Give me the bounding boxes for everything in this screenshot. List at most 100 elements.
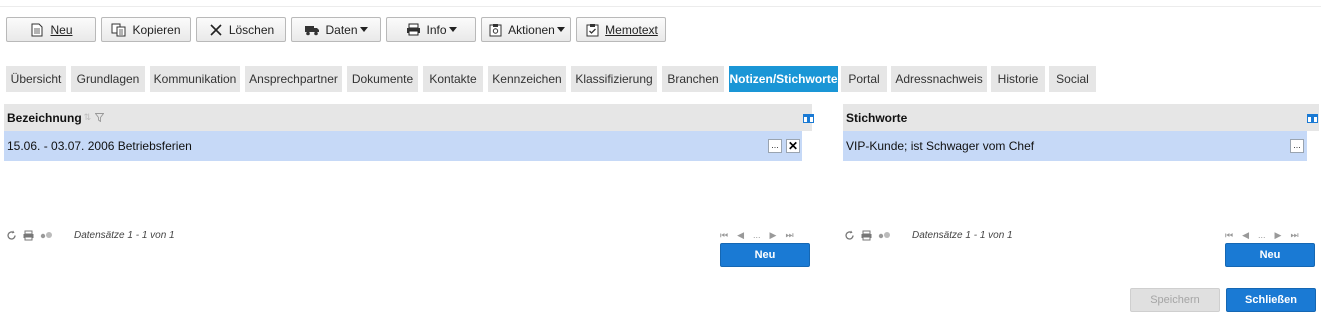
sort-icon[interactable]: ⇅ bbox=[84, 112, 92, 123]
close-button-label: Schließen bbox=[1245, 294, 1297, 306]
tab-label: Klassifizierung bbox=[575, 72, 653, 86]
prev-page-icon[interactable]: ◀ bbox=[1242, 230, 1249, 241]
row-text: VIP-Kunde; ist Schwager vom Chef bbox=[846, 139, 1035, 153]
clipboard-gear-icon bbox=[487, 22, 503, 38]
data-menu-button[interactable]: Daten bbox=[291, 17, 381, 42]
printer-icon bbox=[405, 22, 421, 38]
row-more-button[interactable]: ... bbox=[768, 139, 782, 153]
tab-kontakte[interactable]: Kontakte bbox=[423, 66, 483, 92]
close-button[interactable]: Schließen bbox=[1226, 288, 1316, 312]
save-button[interactable]: Speichern bbox=[1130, 288, 1220, 312]
actions-menu-label: Aktionen bbox=[508, 22, 555, 37]
left-new-button-label: Neu bbox=[754, 249, 776, 261]
left-new-button[interactable]: Neu bbox=[720, 243, 810, 267]
document-icon bbox=[29, 22, 45, 38]
left-pager: ⏮ ◀ ... ▶ ⏭ bbox=[720, 230, 794, 241]
record-count: Datensätze 1 - 1 von 1 bbox=[912, 229, 1013, 241]
delete-button[interactable]: Löschen bbox=[196, 17, 286, 42]
tab-label: Portal bbox=[848, 72, 880, 86]
actions-menu-button[interactable]: Aktionen bbox=[481, 17, 571, 42]
right-pager: ⏮ ◀ ... ▶ ⏭ bbox=[1225, 230, 1299, 241]
more-icon: ... bbox=[771, 140, 779, 150]
tab-label: Branchen bbox=[667, 72, 719, 86]
row-more-button[interactable]: ... bbox=[1290, 139, 1304, 153]
page-ellipsis: ... bbox=[1258, 230, 1266, 240]
data-menu-label: Daten bbox=[325, 22, 358, 37]
tab-label: Kontakte bbox=[429, 72, 477, 86]
tab-historie[interactable]: Historie bbox=[991, 66, 1045, 92]
stichworte-column-header[interactable]: Stichworte bbox=[843, 104, 1319, 131]
memotext-button[interactable]: Memotext bbox=[576, 17, 666, 42]
next-page-icon[interactable]: ▶ bbox=[1275, 230, 1282, 241]
toggle-dots-icon[interactable] bbox=[878, 230, 892, 241]
printer-icon[interactable] bbox=[861, 230, 872, 241]
tab-klassifizierung[interactable]: Klassifizierung bbox=[571, 66, 657, 92]
last-page-icon[interactable]: ⏭ bbox=[785, 230, 793, 241]
tab-ansprechpartner[interactable]: Ansprechpartner bbox=[245, 66, 342, 92]
tab-label: Notizen/Stichworte bbox=[729, 72, 838, 86]
tab-kennzeichen[interactable]: Kennzeichen bbox=[488, 66, 566, 92]
column-chooser-icon[interactable] bbox=[803, 112, 814, 123]
row-delete-button[interactable]: ✕ bbox=[786, 139, 800, 153]
tab-label: Social bbox=[1056, 72, 1089, 86]
tab-adressnachweis[interactable]: Adressnachweis bbox=[891, 66, 987, 92]
right-new-button[interactable]: Neu bbox=[1225, 243, 1315, 267]
new-button-label: Neu bbox=[50, 22, 73, 37]
first-page-icon[interactable]: ⏮ bbox=[1225, 230, 1233, 241]
close-icon bbox=[208, 22, 224, 38]
next-page-icon[interactable]: ▶ bbox=[770, 230, 777, 241]
chevron-down-icon bbox=[448, 27, 457, 32]
prev-page-icon[interactable]: ◀ bbox=[737, 230, 744, 241]
delete-button-label: Löschen bbox=[228, 22, 275, 37]
close-icon: ✕ bbox=[787, 139, 799, 153]
right-grid-footer: Datensätze 1 - 1 von 1 bbox=[844, 228, 1013, 242]
table-row[interactable]: 15.06. - 03.07. 2006 Betriebsferien bbox=[4, 131, 802, 161]
new-button[interactable]: Neu bbox=[6, 17, 96, 42]
tab-dokumente[interactable]: Dokumente bbox=[347, 66, 418, 92]
tab-portal[interactable]: Portal bbox=[841, 66, 887, 92]
copy-button-label: Kopieren bbox=[132, 22, 181, 37]
refresh-icon[interactable] bbox=[844, 230, 855, 241]
save-button-label: Speichern bbox=[1150, 294, 1200, 306]
record-count: Datensätze 1 - 1 von 1 bbox=[74, 229, 175, 241]
page-ellipsis: ... bbox=[753, 230, 761, 240]
tab-grundlagen[interactable]: Grundlagen bbox=[71, 66, 145, 92]
info-menu-label: Info bbox=[426, 22, 447, 37]
tab-social[interactable]: Social bbox=[1049, 66, 1096, 92]
chevron-down-icon bbox=[556, 27, 565, 32]
truck-icon bbox=[304, 22, 320, 38]
tab-label: Kommunikation bbox=[153, 72, 237, 86]
left-grid-footer: Datensätze 1 - 1 von 1 bbox=[6, 228, 175, 242]
printer-icon[interactable] bbox=[23, 230, 34, 241]
last-page-icon[interactable]: ⏭ bbox=[1290, 230, 1298, 241]
tab-uebersicht[interactable]: Übersicht bbox=[6, 66, 66, 92]
copy-icon bbox=[111, 22, 127, 38]
toggle-dots-icon[interactable] bbox=[40, 230, 54, 241]
memotext-button-label: Memotext bbox=[605, 22, 658, 37]
top-divider bbox=[0, 6, 1321, 7]
tab-branchen[interactable]: Branchen bbox=[662, 66, 724, 92]
bezeichnung-column-header[interactable]: Bezeichnung ⇅ bbox=[4, 104, 812, 131]
refresh-icon[interactable] bbox=[6, 230, 17, 241]
stichworte-header-label: Stichworte bbox=[846, 110, 908, 125]
more-icon: ... bbox=[1293, 140, 1301, 150]
column-chooser-icon[interactable] bbox=[1307, 112, 1318, 123]
tab-label: Kennzeichen bbox=[492, 72, 562, 86]
table-row[interactable]: VIP-Kunde; ist Schwager vom Chef bbox=[843, 131, 1307, 161]
tab-label: Historie bbox=[997, 72, 1039, 86]
tab-label: Grundlagen bbox=[76, 72, 140, 86]
tab-label: Ansprechpartner bbox=[249, 72, 338, 86]
chevron-down-icon bbox=[359, 27, 368, 32]
row-text: 15.06. - 03.07. 2006 Betriebsferien bbox=[7, 139, 192, 153]
tab-label: Adressnachweis bbox=[895, 72, 983, 86]
clipboard-check-icon bbox=[584, 22, 600, 38]
filter-icon[interactable] bbox=[95, 113, 105, 122]
first-page-icon[interactable]: ⏮ bbox=[720, 230, 728, 241]
bezeichnung-header-label: Bezeichnung bbox=[7, 110, 82, 125]
tab-label: Dokumente bbox=[351, 72, 414, 86]
tab-label: Übersicht bbox=[10, 72, 62, 86]
tab-notizen-stichworte[interactable]: Notizen/Stichworte bbox=[729, 66, 838, 92]
copy-button[interactable]: Kopieren bbox=[101, 17, 191, 42]
info-menu-button[interactable]: Info bbox=[386, 17, 476, 42]
tab-kommunikation[interactable]: Kommunikation bbox=[150, 66, 240, 92]
